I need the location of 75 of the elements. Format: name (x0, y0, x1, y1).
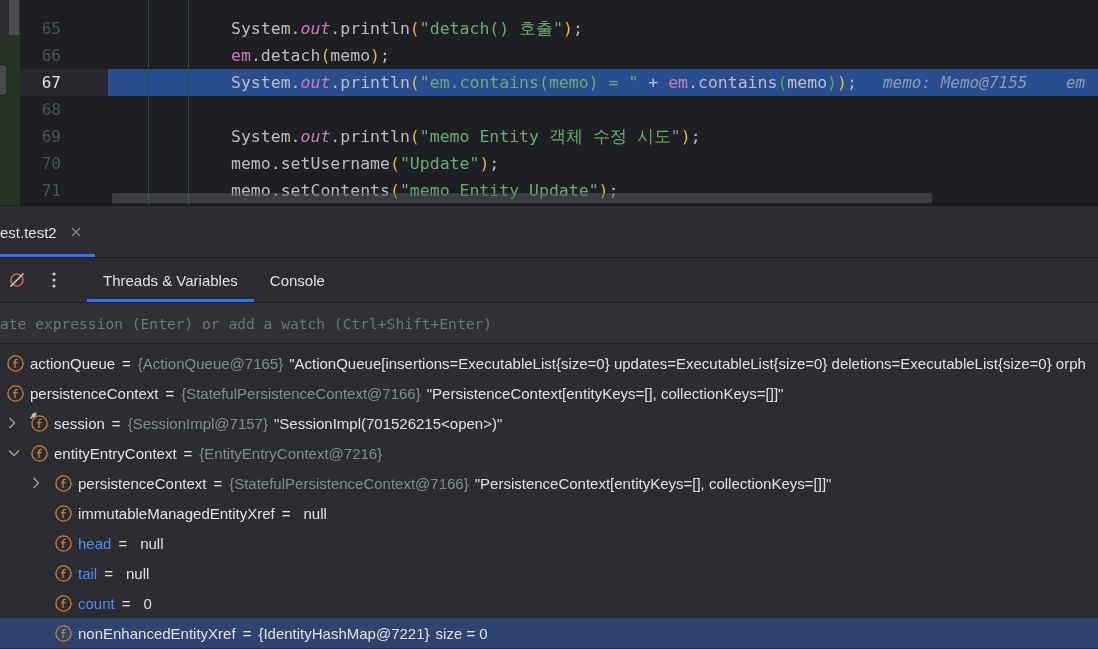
variable-name: actionQueue (30, 354, 116, 372)
code-line: System.out.println("detach() 호출"); (231, 18, 583, 40)
type-label: {StatefulPersistenceContext@7166} (229, 474, 469, 492)
field-icon (55, 474, 72, 492)
variable-name: entityEntryContext (54, 444, 177, 462)
variable-value: "SessionImpl(701526215<open>)" (273, 414, 503, 432)
type-label: {IdentityHashMap@7221} (258, 624, 430, 642)
scrollbar-thumb (9, 0, 19, 35)
field-icon (7, 384, 24, 402)
variable-row[interactable]: head = null (0, 528, 1098, 558)
close-icon (70, 227, 81, 237)
code-line: memo.setUsername("Update"); (231, 153, 500, 175)
variable-name: session (54, 414, 105, 432)
equals-sign: = (165, 384, 175, 402)
code-line: System.out.println("em.contains(memo) = " + em.contains(memo)); (231, 72, 857, 94)
variable-name: persistenceContext (30, 384, 159, 402)
chevron-right-icon[interactable] (8, 417, 16, 429)
variable-value: null (140, 534, 164, 552)
equals-sign: = (118, 534, 128, 552)
equals-sign: = (242, 624, 252, 642)
field-icon (31, 414, 48, 432)
session-tab[interactable]: est.test2 (0, 206, 95, 257)
more-options-icon (52, 272, 56, 288)
field-icon (55, 564, 72, 582)
type-label: {ActionQueue@7165} (137, 354, 284, 372)
field-icon (55, 594, 72, 612)
field-icon (55, 504, 72, 522)
field-icon (7, 354, 24, 372)
variable-row[interactable]: persistenceContext = {StatefulPersistenceContext@7166} "PersistenceContext[entityKeys=[], collectionKeys=[]]" (0, 378, 1098, 408)
variable-name: immutableManagedEntityXref (78, 504, 275, 522)
equals-sign: = (213, 474, 223, 492)
panel-tab[interactable]: Console (253, 258, 341, 302)
equals-sign: = (122, 354, 131, 372)
variable-row[interactable]: immutableManagedEntityXref = null (0, 498, 1098, 528)
inline-value-hint: memo: Memo@7155 em (882, 72, 1086, 94)
variable-value: null (125, 564, 150, 582)
variable-row[interactable]: actionQueue = {ActionQueue@7165} "ActionQueue[insertions=ExecutableList{size=0} updates=ExecutableList{size=0} deletions=ExecutableList{size=0} orph (0, 348, 1098, 378)
variable-name: nonEnhancedEntityXref (78, 624, 236, 642)
variable-row[interactable]: nonEnhancedEntityXref = {IdentityHashMap@7221} size = 0 (0, 618, 1098, 648)
variable-row[interactable]: tail = null (0, 558, 1098, 588)
variable-value: size = 0 (435, 624, 488, 642)
field-icon (55, 624, 72, 642)
variable-row[interactable]: session = {SessionImpl@7157} "SessionImpl(701526215<open>)" (0, 408, 1098, 438)
type-label: {SessionImpl@7157} (127, 414, 268, 432)
variable-row[interactable]: entityEntryContext = {EntityEntryContext@7216} (0, 438, 1098, 468)
code-line: memo.setContents("memo Entity Update"); (231, 180, 619, 202)
code-line: System.out.println("memo Entity 객체 수정 시도"); (231, 126, 701, 148)
variable-value: "PersistenceContext[entityKeys=[], collectionKeys=[]]" (426, 384, 784, 402)
equals-sign: = (121, 594, 131, 612)
code-line: em.detach(memo); (231, 45, 390, 67)
equals-sign: = (111, 414, 121, 432)
equals-sign: = (104, 564, 113, 582)
field-icon (55, 534, 72, 552)
field-icon (31, 444, 48, 462)
equals-sign: = (183, 444, 193, 462)
variable-row[interactable]: persistenceContext = {StatefulPersistenceContext@7166} "PersistenceContext[entityKeys=[], collectionKeys=[]]" (0, 468, 1098, 498)
variable-name: persistenceContext (78, 474, 207, 492)
variable-value: "ActionQueue[insertions=ExecutableList{size=0} updates=ExecutableList{size=0} deletions=ExecutableList{size=0} orph (289, 354, 1086, 372)
variable-row[interactable]: count = 0 (0, 588, 1098, 618)
variable-value: 0 (143, 594, 152, 612)
chevron-right-icon[interactable] (32, 477, 40, 489)
variable-name: head (78, 534, 112, 552)
variable-name: count (78, 594, 115, 612)
type-label: {EntityEntryContext@7216} (199, 444, 383, 462)
crossed-circle-icon (9, 272, 25, 288)
variable-name: tail (78, 564, 98, 582)
variable-value: "PersistenceContext[entityKeys=[], collectionKeys=[]]" (474, 474, 832, 492)
close-button[interactable] (70, 227, 81, 237)
line-number: 67 (20, 69, 108, 96)
variable-value: null (303, 504, 327, 522)
equals-sign: = (281, 504, 291, 522)
panel-handle (0, 65, 6, 95)
chevron-down-icon[interactable] (8, 449, 20, 457)
type-label: {StatefulPersistenceContext@7166} (181, 384, 421, 402)
evaluate-expression-field[interactable]: ate expression (Enter) or add a watch (Ctrl+Shift+Enter) (0, 303, 1098, 344)
